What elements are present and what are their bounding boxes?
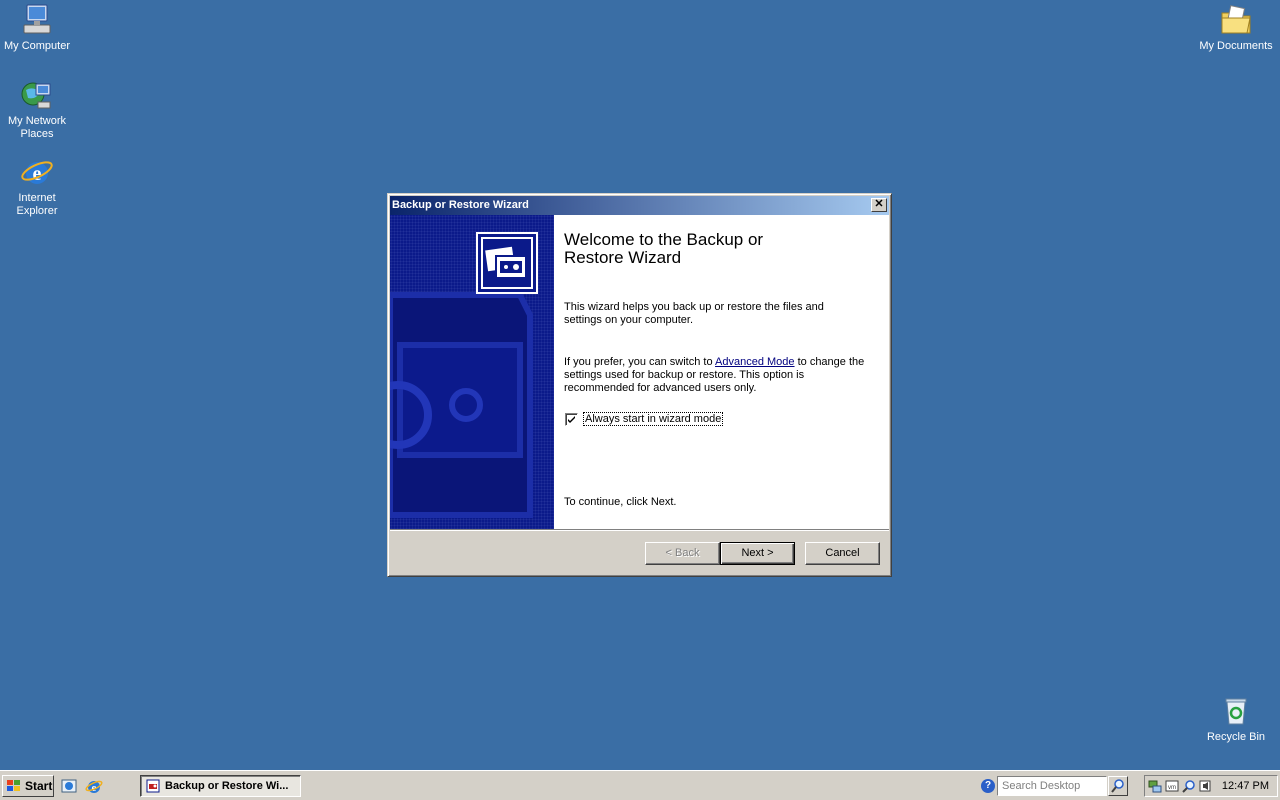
wizard-side-banner xyxy=(390,215,554,529)
wizard-mode-checkbox-row[interactable]: Always start in wizard mode xyxy=(565,412,724,426)
search-tray-icon[interactable] xyxy=(1182,779,1196,793)
desktop-icon-label: My Network Places xyxy=(7,115,67,140)
wizard-advanced-text: If you prefer, you can switch to Advance… xyxy=(564,356,874,395)
taskbar-button-backup-wizard[interactable]: Backup or Restore Wi... xyxy=(140,775,301,797)
internet-explorer-icon: e xyxy=(20,155,54,189)
desktop-icon-my-documents[interactable]: My Documents xyxy=(1199,3,1273,53)
button-separator xyxy=(390,529,889,531)
start-label: Start xyxy=(25,779,53,793)
windows-logo-icon xyxy=(7,780,20,791)
desktop-icon-recycle-bin[interactable]: Recycle Bin xyxy=(1199,694,1273,744)
taskbar-button-label: Backup or Restore Wi... xyxy=(165,780,289,792)
internet-explorer-quicklaunch-icon[interactable]: e xyxy=(85,777,103,795)
checkmark-icon xyxy=(568,415,575,423)
clock[interactable]: 12:47 PM xyxy=(1222,776,1269,796)
volume-tray-icon[interactable] xyxy=(1199,779,1213,793)
network-tray-icon[interactable] xyxy=(1148,779,1162,793)
next-button[interactable]: Next > xyxy=(720,542,795,565)
backup-app-icon xyxy=(146,779,160,793)
window-titlebar[interactable]: Backup or Restore Wizard ✕ xyxy=(390,196,889,215)
backup-restore-wizard-window: Backup or Restore Wizard ✕ Welcome to th… xyxy=(387,193,892,577)
start-button[interactable]: Start xyxy=(2,775,54,797)
advanced-mode-link[interactable]: Advanced Mode xyxy=(715,356,795,368)
network-places-icon xyxy=(20,78,54,112)
search-help-icon[interactable]: ? xyxy=(981,779,995,793)
search-desktop-input[interactable]: Search Desktop xyxy=(997,776,1107,796)
svg-text:vm: vm xyxy=(1168,785,1176,791)
taskbar: Start e Backup or Restore Wi... ? Search… xyxy=(0,770,1280,800)
desktop-icon-label: Internet Explorer xyxy=(16,192,58,217)
desktop-icon-my-computer[interactable]: My Computer xyxy=(0,3,74,53)
system-tray: vm 12:47 PM xyxy=(1144,775,1278,797)
desktop-icon-internet-explorer[interactable]: e Internet Explorer xyxy=(0,155,74,218)
desktop-icon-label: My Computer xyxy=(3,40,71,52)
close-icon: ✕ xyxy=(874,198,884,210)
desktop-icon-my-network-places[interactable]: My Network Places xyxy=(0,78,74,141)
wizard-body: Welcome to the Backup or Restore Wizard … xyxy=(390,215,889,529)
wizard-mode-checkbox[interactable] xyxy=(565,412,578,426)
my-documents-icon xyxy=(1219,3,1253,37)
cancel-button[interactable]: Cancel xyxy=(805,542,880,565)
wizard-intro-text: This wizard helps you back up or restore… xyxy=(564,301,824,326)
desktop-icon-label: My Documents xyxy=(1199,40,1273,52)
desktop-icon-label: Recycle Bin xyxy=(1206,731,1266,743)
wizard-mode-checkbox-label[interactable]: Always start in wizard mode xyxy=(583,412,724,426)
wizard-continue-text: To continue, click Next. xyxy=(564,496,677,508)
advanced-prefix-text: If you prefer, you can switch to xyxy=(564,356,716,368)
vmware-tray-icon[interactable]: vm xyxy=(1165,779,1179,793)
show-desktop-icon[interactable] xyxy=(60,777,78,795)
magnifier-icon xyxy=(1111,779,1124,793)
wizard-content: Welcome to the Backup or Restore Wizard … xyxy=(564,215,879,529)
search-go-button[interactable] xyxy=(1108,776,1128,796)
close-button[interactable]: ✕ xyxy=(871,198,887,212)
wizard-heading: Welcome to the Backup or Restore Wizard xyxy=(564,230,764,267)
recycle-bin-icon xyxy=(1219,694,1253,728)
backup-wizard-icon xyxy=(476,232,538,294)
my-computer-icon xyxy=(20,3,54,37)
window-title: Backup or Restore Wizard xyxy=(392,199,529,211)
back-button[interactable]: < Back xyxy=(645,542,720,565)
